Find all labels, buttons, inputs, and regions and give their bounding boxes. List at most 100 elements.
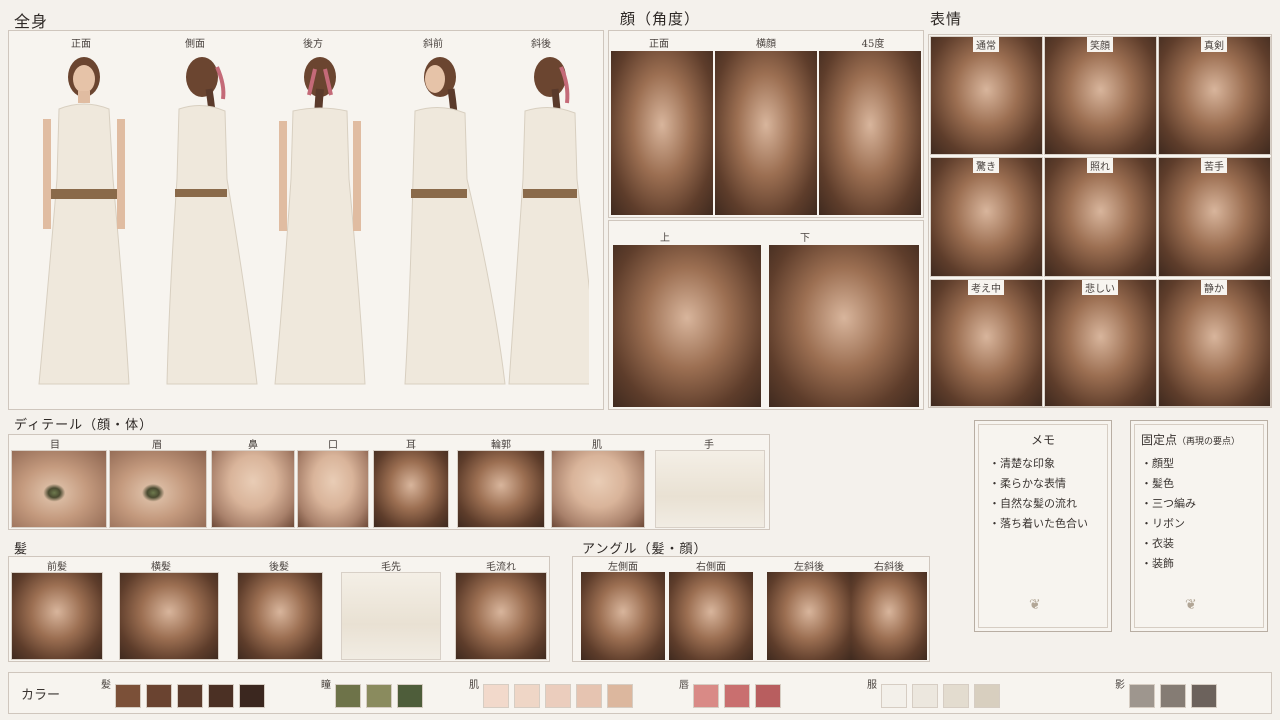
palette-label: 唇 (679, 680, 689, 691)
detail-mouth-image (297, 450, 369, 528)
full-body-panel: 正面 側面 後方 斜前 斜後 (8, 30, 604, 410)
face-front-image (611, 51, 713, 215)
color-swatch (693, 684, 719, 708)
color-swatch (1129, 684, 1155, 708)
caption-detail-mouth: 口 (328, 440, 338, 451)
hair-panel: 前髪 横髪 後髪 毛先 毛流れ (8, 556, 550, 662)
caption-detail-brow: 眉 (152, 440, 162, 451)
color-swatch (881, 684, 907, 708)
color-swatch (1191, 684, 1217, 708)
caption-diagonal-back: 斜後 (531, 39, 551, 50)
palette-label: 影 (1115, 680, 1125, 691)
figure-side (166, 57, 258, 385)
angle-panel: 左側面 右側面 左斜後 右斜後 (572, 556, 930, 662)
memo-panel: メモ ・清楚な印象 ・柔らかな表情 ・自然な髪の流れ ・落ち着いた色合い ❦ (974, 420, 1112, 632)
caption-face-45: 45度 (861, 39, 885, 50)
expression-smile-image (1044, 36, 1157, 155)
color-swatch (974, 684, 1000, 708)
caption-hair-tips: 毛先 (381, 562, 401, 573)
angle-left-side-image (581, 572, 665, 660)
caption-expression-surprise: 驚き (973, 158, 999, 173)
memo-item: ・落ち着いた色合い (989, 517, 1088, 530)
detail-brow-image (109, 450, 207, 528)
ornament-icon: ❦ (1029, 597, 1041, 613)
palette-label: 瞳 (321, 680, 331, 691)
color-swatch (335, 684, 361, 708)
detail-nose-image (211, 450, 295, 528)
caption-expression-calm: 静か (1201, 280, 1227, 295)
palette-label: 肌 (469, 680, 479, 691)
memo-item: ・柔らかな表情 (989, 477, 1066, 490)
hair-back-image (237, 572, 323, 660)
color-swatch (576, 684, 602, 708)
palette-label: 服 (867, 680, 877, 691)
color-swatch (366, 684, 392, 708)
detail-hand-image (655, 450, 765, 528)
figure-back (274, 57, 366, 385)
caption-face-up: 上 (660, 233, 670, 244)
fixed-points-panel: 固定点（再現の要点） ・顔型 ・髪色 ・三つ編み ・リボン ・衣装 ・装飾 ❦ (1130, 420, 1268, 632)
caption-angle-left-side: 左側面 (608, 562, 638, 573)
caption-angle-left-back: 左斜後 (794, 562, 824, 573)
caption-expression-thinking: 考え中 (968, 280, 1004, 295)
caption-face-down: 下 (800, 233, 810, 244)
section-title-face-angle: 顔（角度） (620, 10, 701, 28)
caption-angle-right-back: 右斜後 (874, 562, 904, 573)
expression-troubled-image (1158, 157, 1271, 277)
caption-face-profile: 横顔 (756, 39, 776, 50)
face-up-image (613, 245, 761, 407)
caption-face-front: 正面 (649, 39, 669, 50)
full-body-figures (38, 57, 589, 385)
face-45-image (819, 51, 921, 215)
palette-label: 髪 (101, 680, 111, 691)
caption-side: 側面 (185, 39, 205, 50)
caption-detail-ear: 耳 (406, 440, 416, 451)
caption-detail-nose: 鼻 (248, 440, 258, 451)
fixed-item: ・顔型 (1141, 457, 1174, 470)
section-title-full-body: 全身 (14, 12, 49, 31)
caption-back: 後方 (303, 39, 323, 50)
figure-diagonal-front (404, 57, 506, 385)
color-swatch (1160, 684, 1186, 708)
section-title-detail: ディテール（顔・体） (14, 418, 154, 433)
color-swatch (208, 684, 234, 708)
expression-sad-image (1044, 279, 1157, 407)
caption-expression-sad: 悲しい (1082, 280, 1118, 295)
color-swatch (115, 684, 141, 708)
caption-expression-smile: 笑顔 (1087, 37, 1113, 52)
expression-calm-image (1158, 279, 1271, 407)
angle-right-side-image (669, 572, 753, 660)
caption-hair-side: 横髪 (151, 562, 171, 573)
caption-hair-back: 後髪 (269, 562, 289, 573)
color-swatch (607, 684, 633, 708)
color-swatch (397, 684, 423, 708)
color-swatch (755, 684, 781, 708)
color-swatch (912, 684, 938, 708)
color-palette-title: カラー (21, 688, 61, 703)
expression-normal-image (930, 36, 1043, 155)
section-title-expression: 表情 (930, 10, 963, 28)
figure-diagonal-back (508, 57, 589, 385)
caption-detail-skin: 肌 (592, 440, 602, 451)
color-swatch (514, 684, 540, 708)
fixed-item: ・衣装 (1141, 537, 1174, 550)
caption-hair-bangs: 前髪 (47, 562, 67, 573)
fixed-item: ・髪色 (1141, 477, 1174, 490)
face-angle-top-panel: 正面 横顔 45度 (608, 30, 924, 218)
color-swatch (724, 684, 750, 708)
hair-tips-image (341, 572, 441, 660)
caption-expression-troubled: 苦手 (1201, 158, 1227, 173)
expression-shy-image (1044, 157, 1157, 277)
fixed-item: ・装飾 (1141, 557, 1174, 570)
caption-expression-shy: 照れ (1087, 158, 1113, 173)
detail-ear-image (373, 450, 449, 528)
face-down-image (769, 245, 919, 407)
expression-thinking-image (930, 279, 1043, 407)
caption-hair-flow: 毛流れ (486, 562, 516, 573)
angle-right-back-image (851, 572, 927, 660)
detail-contour-image (457, 450, 545, 528)
caption-detail-contour: 輪郭 (491, 440, 511, 451)
caption-detail-eye: 目 (50, 440, 60, 451)
section-title-angle: アングル（髪・顔） (582, 542, 708, 557)
section-title-hair: 髪 (14, 542, 29, 557)
